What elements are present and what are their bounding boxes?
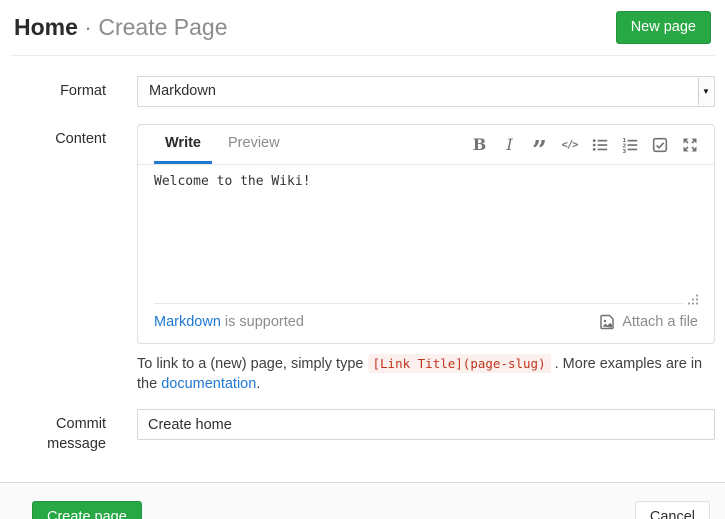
attach-file-icon: [599, 313, 616, 330]
chevron-down-icon: ▼: [702, 88, 710, 96]
quote-button[interactable]: ”: [531, 136, 548, 154]
bullet-list-icon: [592, 137, 608, 153]
editor-footer: Markdown is supported Attach a file: [138, 304, 714, 343]
content-textarea[interactable]: Welcome to the Wiki!: [138, 165, 714, 303]
bold-button[interactable]: B: [471, 136, 488, 154]
commit-message-input[interactable]: [137, 409, 715, 440]
cancel-button[interactable]: Cancel: [635, 501, 710, 519]
editor-toolbar: B I ” </> 1 2: [471, 125, 698, 164]
resize-grip-icon[interactable]: [686, 294, 699, 305]
tab-write[interactable]: Write: [154, 125, 212, 164]
content-label: Content: [10, 124, 127, 344]
bullet-list-button[interactable]: [591, 136, 608, 154]
format-label: Format: [10, 76, 127, 107]
markdown-supported-text: Markdown is supported: [154, 314, 304, 330]
select-dropdown-strip[interactable]: ▼: [698, 78, 713, 105]
format-row: Format Markdown ▼: [10, 76, 715, 107]
commit-message-row: Commit message: [10, 409, 715, 454]
attach-file-button[interactable]: Attach a file: [599, 313, 698, 330]
page-title-create-page: Create Page: [98, 14, 227, 40]
markdown-editor: Write Preview B I ” </>: [137, 124, 715, 344]
task-list-icon: [652, 137, 668, 153]
documentation-link[interactable]: documentation: [161, 376, 256, 392]
link-syntax-code: [Link Title](page-slug): [368, 354, 551, 373]
page-title-home: Home: [14, 14, 78, 40]
form-actions: Create page Cancel: [0, 482, 725, 519]
title-separator: ·: [78, 14, 98, 40]
task-list-button[interactable]: [651, 136, 668, 154]
content-row: Content Write Preview B I ” </>: [10, 124, 715, 344]
page-title: Home · Create Page: [14, 14, 228, 41]
new-page-button[interactable]: New page: [616, 11, 711, 44]
svg-text:3: 3: [622, 148, 626, 152]
italic-button[interactable]: I: [501, 136, 518, 154]
help-text: To link to a (new) page, simply type [Li…: [137, 354, 715, 394]
fullscreen-button[interactable]: [681, 136, 698, 154]
editor-tabs: Write Preview B I ” </>: [138, 125, 714, 165]
numbered-list-icon: 1 2 3: [622, 137, 638, 153]
tab-preview[interactable]: Preview: [217, 125, 291, 164]
code-button[interactable]: </>: [561, 136, 578, 154]
format-select-value: Markdown: [149, 83, 216, 99]
commit-message-label: Commit message: [10, 409, 127, 454]
fullscreen-icon: [682, 137, 698, 153]
attach-file-label: Attach a file: [622, 314, 698, 330]
format-select[interactable]: Markdown ▼: [137, 76, 715, 107]
editor-divider: [138, 303, 714, 304]
create-page-button[interactable]: Create page: [32, 501, 142, 519]
numbered-list-button[interactable]: 1 2 3: [621, 136, 638, 154]
page-header: Home · Create Page New page: [10, 0, 715, 56]
markdown-link[interactable]: Markdown: [154, 314, 221, 330]
